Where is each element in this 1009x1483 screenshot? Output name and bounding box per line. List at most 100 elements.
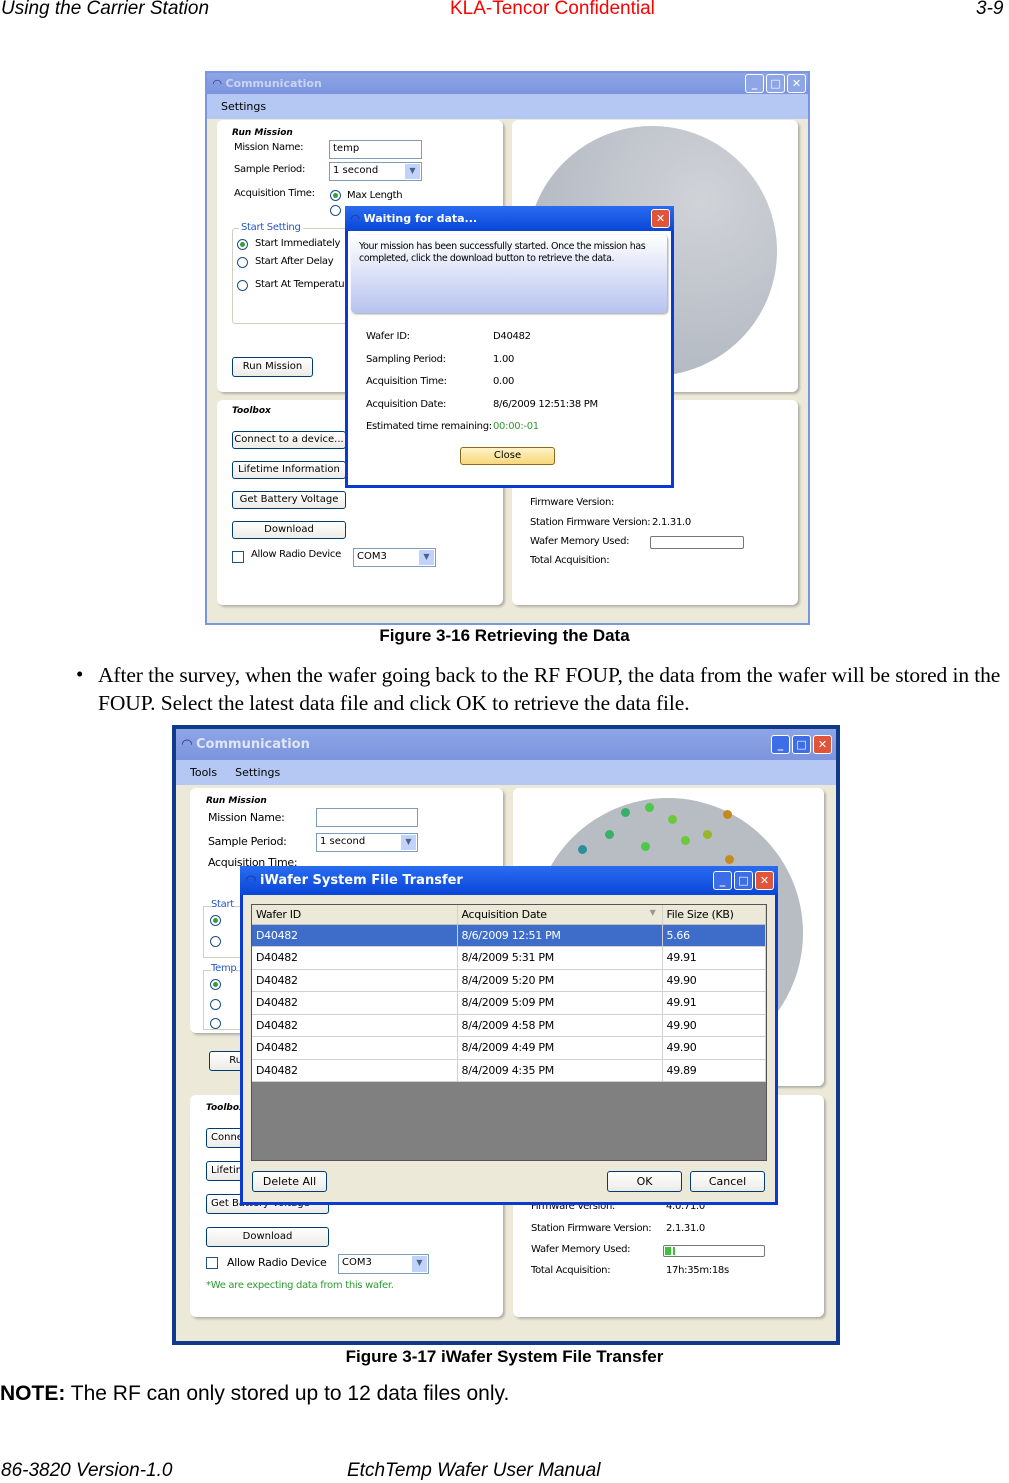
- allow-radio-label: Allow Radio Device: [251, 549, 341, 560]
- file-transfer-dialog: ◠ iWafer System File Transfer _ □ ✕ Wafe…: [240, 866, 778, 1205]
- file-cell: 8/4/2009 4:35 PM: [457, 1059, 663, 1082]
- bullet-icon: •: [76, 662, 84, 686]
- temp-radio-1[interactable]: [210, 979, 221, 990]
- total-acquisition-label: Total Acquisition:: [530, 555, 610, 566]
- temp-radio-2[interactable]: [210, 999, 221, 1010]
- duration-radio[interactable]: [330, 205, 341, 216]
- close-icon[interactable]: ✕: [813, 735, 832, 754]
- wafer-memory-fill: [665, 1247, 675, 1255]
- wafer-memory-bar: [663, 1245, 765, 1257]
- app-icon: ◠: [351, 212, 360, 225]
- menu-bar: Settings: [207, 94, 808, 119]
- total-acquisition-label: Total Acquisition:: [531, 1265, 611, 1276]
- station-firmware-value: 2.1.31.0: [652, 517, 691, 528]
- footer-left: 86-3820 Version-1.0: [1, 1460, 173, 1481]
- max-length-radio[interactable]: [330, 190, 341, 201]
- station-firmware-label: Station Firmware Version:: [530, 517, 651, 528]
- menu-settings[interactable]: Settings: [221, 100, 266, 113]
- com-port-select[interactable]: COM3 ▼: [353, 548, 436, 567]
- expecting-data-note: *We are expecting data from this wafer.: [206, 1280, 394, 1291]
- header-page-number: 3-9: [976, 0, 1004, 19]
- minimize-icon[interactable]: _: [771, 735, 790, 754]
- download-button[interactable]: Download: [232, 521, 346, 539]
- start-radio-1[interactable]: [210, 915, 221, 926]
- file-cell: 8/4/2009 5:09 PM: [457, 991, 663, 1015]
- header-left: Using the Carrier Station: [1, 0, 210, 19]
- allow-radio-checkbox[interactable]: [206, 1257, 218, 1269]
- file-cell: 49.91: [662, 991, 766, 1015]
- maximize-icon[interactable]: □: [792, 735, 811, 754]
- window-title: Communication: [225, 77, 322, 90]
- column-acquisition-date[interactable]: Acquisition Date ▼: [457, 905, 663, 925]
- minimize-icon[interactable]: _: [745, 74, 764, 93]
- cancel-button[interactable]: Cancel: [690, 1171, 765, 1192]
- dialog-row-value: 0.00: [493, 376, 515, 387]
- connect-device-button[interactable]: Connect to a device...: [232, 431, 346, 449]
- allow-radio-checkbox[interactable]: [232, 551, 244, 563]
- note-text: The RF can only stored up to 12 data fil…: [65, 1382, 510, 1405]
- sample-period-select[interactable]: 1 second ▼: [316, 833, 418, 852]
- file-row[interactable]: D40482 8/4/2009 4:58 PM 49.90: [252, 1014, 766, 1037]
- sensor-dot: [621, 808, 630, 817]
- download-button[interactable]: Download: [206, 1227, 329, 1247]
- sensor-dot: [681, 836, 690, 845]
- ok-button[interactable]: OK: [607, 1171, 682, 1192]
- close-button[interactable]: Close: [460, 447, 555, 465]
- sample-period-select[interactable]: 1 second ▼: [329, 162, 422, 181]
- file-cell: 8/4/2009 5:20 PM: [457, 969, 663, 992]
- maximize-icon[interactable]: □: [766, 74, 785, 93]
- run-mission-title: Run Mission: [232, 128, 293, 138]
- close-icon[interactable]: ✕: [755, 871, 774, 890]
- start-after-delay-label: Start After Delay: [255, 256, 334, 267]
- column-wafer-id[interactable]: Wafer ID: [252, 905, 458, 925]
- start-immediately-radio[interactable]: [237, 239, 248, 250]
- file-cell: 8/4/2009 5:31 PM: [457, 946, 663, 970]
- footer-center: EtchTemp Wafer User Manual: [347, 1460, 601, 1481]
- sort-descending-icon: ▼: [649, 907, 656, 917]
- file-row[interactable]: D40482 8/4/2009 4:35 PM 49.89: [252, 1059, 766, 1082]
- title-bar: ◠ Communication _ □ ✕: [176, 729, 836, 760]
- file-row[interactable]: D40482 8/4/2009 4:49 PM 49.90: [252, 1036, 766, 1060]
- start-radio-2[interactable]: [210, 936, 221, 947]
- com-port-select[interactable]: COM3 ▼: [338, 1254, 429, 1274]
- dialog-title-bar: ◠ Waiting for data... ✕: [345, 206, 674, 231]
- file-row[interactable]: D40482 8/6/2009 12:51 PM 5.66: [252, 924, 766, 947]
- menu-tools[interactable]: Tools: [190, 766, 217, 779]
- file-cell: 49.90: [662, 1014, 766, 1037]
- mission-name-input[interactable]: temp: [329, 140, 422, 159]
- close-icon[interactable]: ✕: [787, 74, 806, 93]
- waiting-dialog: ◠ Waiting for data... ✕ Your mission has…: [345, 206, 674, 488]
- mission-name-label: Mission Name:: [208, 811, 285, 824]
- dialog-row-value: D40482: [493, 331, 531, 342]
- file-cell: D40482: [252, 1059, 458, 1082]
- lifetime-information-button[interactable]: Lifetime Information: [232, 461, 346, 479]
- mission-name-input[interactable]: [316, 808, 418, 827]
- file-row[interactable]: D40482 8/4/2009 5:31 PM 49.91: [252, 946, 766, 970]
- start-after-delay-radio[interactable]: [237, 257, 248, 268]
- file-list-grid[interactable]: Wafer ID Acquisition Date ▼ File Size (KB…: [251, 904, 767, 1161]
- dialog-row-value: 1.00: [493, 353, 515, 365]
- menu-bar: Tools Settings: [176, 760, 836, 785]
- run-mission-button[interactable]: Run Mission: [232, 357, 313, 377]
- file-cell: 49.91: [662, 946, 766, 970]
- column-acquisition-date-label: Acquisition Date: [461, 907, 548, 921]
- column-file-size[interactable]: File Size (KB): [662, 905, 766, 925]
- window-title: Communication: [196, 737, 310, 752]
- chevron-down-icon: ▼: [412, 1256, 427, 1272]
- menu-settings[interactable]: Settings: [235, 766, 280, 779]
- get-battery-voltage-button[interactable]: Get Battery Voltage: [232, 491, 346, 509]
- temp-radio-3[interactable]: [210, 1018, 221, 1029]
- maximize-icon[interactable]: □: [734, 871, 753, 890]
- start-at-temperature-radio[interactable]: [237, 280, 248, 291]
- sensor-dot: [645, 803, 654, 812]
- close-icon[interactable]: ✕: [651, 209, 670, 228]
- delete-all-button[interactable]: Delete All: [252, 1171, 327, 1192]
- sensor-dot: [703, 830, 712, 839]
- station-firmware-value: 2.1.31.0: [666, 1223, 705, 1234]
- sample-period-value: 1 second: [320, 836, 366, 847]
- file-row[interactable]: D40482 8/4/2009 5:09 PM 49.91: [252, 991, 766, 1015]
- minimize-icon[interactable]: _: [713, 871, 732, 890]
- file-cell: D40482: [252, 946, 458, 970]
- chevron-down-icon: ▼: [401, 835, 416, 850]
- file-row[interactable]: D40482 8/4/2009 5:20 PM 49.90: [252, 969, 766, 992]
